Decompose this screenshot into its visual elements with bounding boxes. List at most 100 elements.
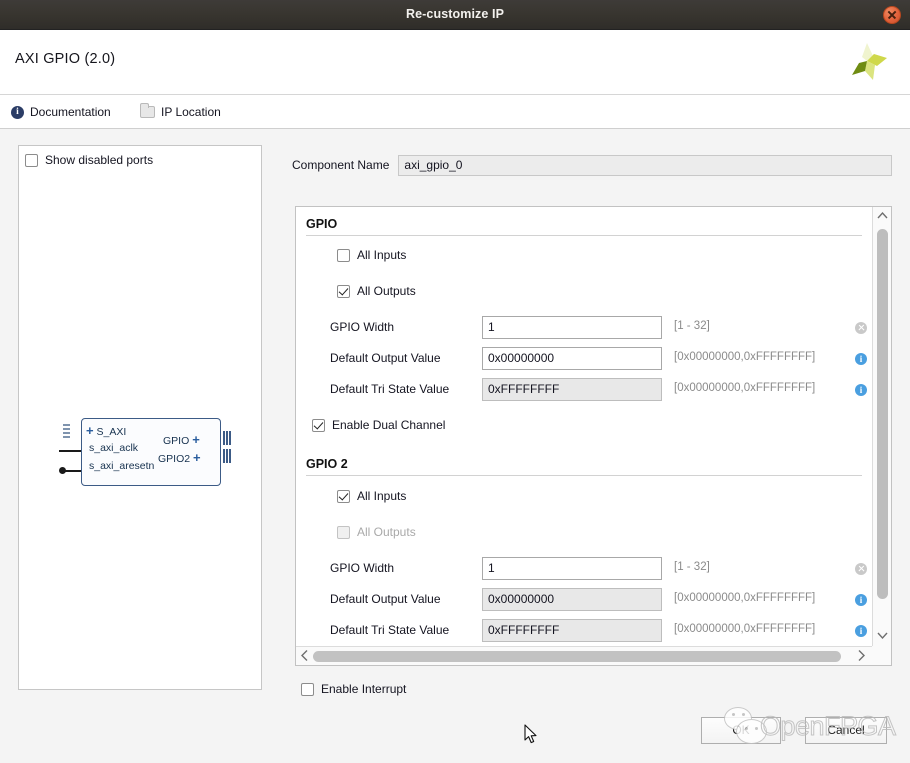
checkbox-box[interactable]: [337, 249, 350, 262]
gpio2-bus-stub: [223, 449, 231, 463]
gpio-default-tristate-hint: [0x00000000,0xFFFFFFFF]: [674, 382, 815, 394]
gpio2-all-inputs-label: All Inputs: [357, 489, 406, 503]
scroll-left-icon[interactable]: [296, 647, 313, 664]
re-customize-ip-dialog: Re-customize IP AXI GPIO (2.0) i Documen…: [0, 0, 910, 763]
documentation-link[interactable]: i Documentation: [11, 95, 111, 129]
ip-options-content: GPIO All Inputs All Outputs GPIO Width: [296, 207, 872, 645]
show-disabled-ports-checkbox[interactable]: Show disabled ports: [25, 153, 153, 167]
ip-port-label: s_axi_aresetn: [89, 460, 154, 472]
ip-header: AXI GPIO (2.0): [0, 30, 910, 95]
vertical-scrollbar[interactable]: [872, 207, 891, 646]
section-title: GPIO: [306, 217, 337, 231]
ok-button[interactable]: OK: [701, 717, 781, 744]
enable-dual-channel-label: Enable Dual Channel: [332, 418, 445, 432]
ip-block-diagram: + S_AXI s_axi_aclk s_axi_aresetn GPIO + …: [41, 408, 251, 500]
gpio-width-label: GPIO Width: [330, 320, 394, 334]
documentation-label: Documentation: [30, 105, 111, 119]
gpio-bus-stub: [223, 431, 231, 445]
vertical-scroll-thumb[interactable]: [877, 229, 888, 599]
gpio-all-inputs-checkbox[interactable]: All Inputs: [337, 248, 406, 262]
gpio2-default-tristate-row: Default Tri State Value 0xFFFFFFFF i [0x…: [330, 619, 872, 643]
scroll-right-icon[interactable]: [853, 647, 870, 664]
gpio2-default-tristate-input: 0xFFFFFFFF: [482, 619, 662, 642]
horizontal-scrollbar[interactable]: [296, 646, 872, 665]
expand-icon[interactable]: +: [193, 450, 201, 465]
ip-port-gpio[interactable]: GPIO +: [163, 432, 200, 447]
component-name-row: Component Name axi_gpio_0: [292, 154, 892, 176]
gpio-all-outputs-checkbox[interactable]: All Outputs: [337, 284, 416, 298]
checkbox-box[interactable]: [337, 285, 350, 298]
gpio-width-hint: [1 - 32]: [674, 320, 710, 332]
checkbox-box[interactable]: [25, 154, 38, 167]
section-divider: [306, 235, 862, 236]
gpio-default-output-row: Default Output Value 0x00000000 i [0x000…: [330, 347, 872, 371]
expand-icon[interactable]: +: [86, 423, 94, 438]
gpio2-width-row: GPIO Width 1 [1 - 32]: [330, 557, 872, 581]
gpio-width-input[interactable]: 1: [482, 316, 662, 339]
s-axi-aclk-wire: [59, 450, 81, 452]
gpio2-default-output-label: Default Output Value: [330, 592, 441, 606]
checkbox-box[interactable]: [337, 490, 350, 503]
enable-dual-channel-checkbox[interactable]: Enable Dual Channel: [312, 418, 445, 432]
gpio2-width-hint: [1 - 32]: [674, 561, 710, 573]
component-name-input[interactable]: axi_gpio_0: [398, 155, 892, 176]
gpio-default-tristate-row: Default Tri State Value 0xFFFFFFFF i [0x…: [330, 378, 872, 402]
ip-port-gpio2[interactable]: GPIO2 +: [158, 450, 201, 465]
gpio2-width-label: GPIO Width: [330, 561, 394, 575]
gpio2-width-input[interactable]: 1: [482, 557, 662, 580]
ip-options-scrollpane: GPIO All Inputs All Outputs GPIO Width: [295, 206, 892, 666]
show-disabled-ports-label: Show disabled ports: [45, 153, 153, 167]
s-axi-aresetn-wire: [65, 470, 81, 472]
component-name-label: Component Name: [292, 158, 389, 172]
window-title: Re-customize IP: [0, 0, 910, 29]
checkbox-box[interactable]: [312, 419, 325, 432]
enable-interrupt-checkbox[interactable]: Enable Interrupt: [301, 682, 406, 696]
scrollbar-corner: [872, 646, 891, 665]
scroll-up-icon[interactable]: [874, 208, 891, 225]
gpio2-default-output-input: 0x00000000: [482, 588, 662, 611]
gpio2-all-inputs-checkbox[interactable]: All Inputs: [337, 489, 406, 503]
section-divider: [306, 475, 862, 476]
ip-port-label: GPIO: [163, 435, 189, 447]
ip-symbol-panel: Show disabled ports + S_AXI s_axi_: [18, 145, 262, 690]
gpio2-all-outputs-label: All Outputs: [357, 525, 416, 539]
ip-location-link[interactable]: IP Location: [140, 95, 221, 129]
section-header-gpio2: GPIO 2: [306, 457, 862, 471]
close-icon[interactable]: [883, 6, 901, 24]
s-axi-bus-stub: [63, 424, 70, 440]
info-icon[interactable]: i: [855, 384, 867, 396]
cancel-button[interactable]: Cancel: [805, 717, 887, 744]
horizontal-scroll-thumb[interactable]: [313, 651, 841, 662]
gpio2-default-output-row: Default Output Value 0x00000000 i [0x000…: [330, 588, 872, 612]
dialog-toolbar: i Documentation IP Location: [0, 95, 910, 129]
gpio2-all-outputs-checkbox: All Outputs: [337, 525, 416, 539]
scroll-down-icon[interactable]: [874, 627, 891, 644]
vivado-logo-icon: [843, 39, 891, 87]
checkbox-box[interactable]: [301, 683, 314, 696]
clear-icon[interactable]: [855, 322, 867, 334]
title-bar: Re-customize IP: [0, 0, 910, 30]
section-header-gpio: GPIO: [306, 217, 862, 231]
expand-icon[interactable]: +: [192, 432, 200, 447]
gpio2-default-tristate-hint: [0x00000000,0xFFFFFFFF]: [674, 623, 815, 635]
info-icon[interactable]: i: [855, 594, 867, 606]
info-icon[interactable]: i: [855, 625, 867, 637]
gpio-default-tristate-input: 0xFFFFFFFF: [482, 378, 662, 401]
ip-port-s-axi[interactable]: + S_AXI: [86, 423, 126, 438]
ip-config-panel: Component Name axi_gpio_0 GPIO All Input…: [292, 145, 892, 690]
gpio2-default-output-hint: [0x00000000,0xFFFFFFFF]: [674, 592, 815, 604]
folder-icon: [140, 106, 155, 118]
clear-icon[interactable]: [855, 563, 867, 575]
gpio-width-row: GPIO Width 1 [1 - 32]: [330, 316, 872, 340]
ip-port-s-axi-aclk: s_axi_aclk: [89, 442, 138, 454]
page-title: AXI GPIO (2.0): [15, 51, 115, 67]
info-icon[interactable]: i: [855, 353, 867, 365]
gpio-default-output-input[interactable]: 0x00000000: [482, 347, 662, 370]
gpio-default-tristate-label: Default Tri State Value: [330, 382, 449, 396]
gpio-default-output-hint: [0x00000000,0xFFFFFFFF]: [674, 351, 815, 363]
enable-interrupt-label: Enable Interrupt: [321, 682, 406, 696]
ip-port-s-axi-aresetn: s_axi_aresetn: [89, 460, 154, 472]
ip-location-label: IP Location: [161, 105, 221, 119]
checkbox-box: [337, 526, 350, 539]
info-icon: i: [11, 106, 24, 119]
